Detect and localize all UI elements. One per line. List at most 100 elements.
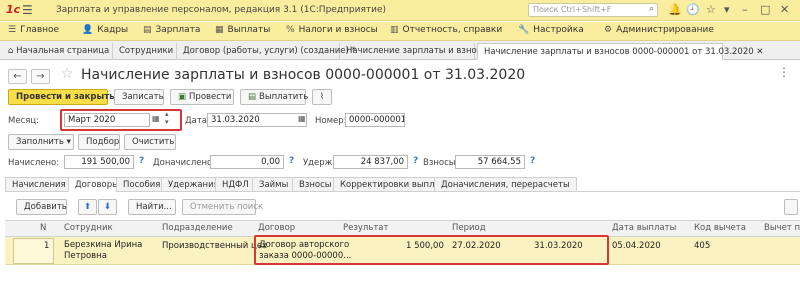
select-button[interactable]: Подбор (78, 134, 120, 150)
menu-item-taxes[interactable]: % Налоги и взносы (286, 25, 378, 35)
menu-item-label: Выплаты (227, 25, 271, 35)
col-result[interactable]: Результат (343, 223, 388, 233)
move-up-button[interactable]: ⬆ (78, 199, 97, 215)
menu-item-payments[interactable]: ▦ Выплаты (215, 25, 270, 35)
paperclip-icon: ⌇ (319, 92, 325, 102)
row-deduction-code[interactable]: 405 (694, 241, 710, 251)
minimize-icon[interactable]: – (742, 3, 748, 16)
tab-contributions[interactable]: Взносы (292, 177, 338, 192)
date-calendar-icon[interactable]: ▦ (298, 114, 306, 123)
cancel-search-button[interactable]: Отменить поиск (182, 199, 263, 215)
tab-label: Договор (работы, услуги) (создание) * (183, 46, 356, 56)
clear-button[interactable]: Очистить (124, 134, 176, 150)
post-and-close-button[interactable]: Провести и закрыть (8, 89, 115, 105)
date-field[interactable]: 31.03.2020 (207, 113, 307, 127)
extra-help-icon[interactable]: ? (289, 156, 294, 166)
withheld-field: 24 837,00 (333, 155, 408, 169)
pay-button[interactable]: ▤ Выплатить (240, 89, 308, 105)
post-label: Провести (189, 92, 232, 102)
col-department[interactable]: Подразделение (162, 223, 233, 233)
bell-icon[interactable]: 🔔 (668, 3, 682, 16)
post-button[interactable]: ▣ Провести (170, 89, 234, 105)
accrued-help-icon[interactable]: ? (139, 156, 144, 166)
col-deduction[interactable]: Вычет по (764, 223, 800, 233)
col-contract[interactable]: Договор (258, 223, 295, 233)
menu-icon: ☰ (8, 25, 17, 35)
salary-icon: ▤ (143, 25, 152, 35)
extra-accrued-label: Доначислено: (153, 158, 216, 168)
move-down-button[interactable]: ⬇ (98, 199, 117, 215)
withheld-help-icon[interactable]: ? (413, 156, 418, 166)
menu-item-reports[interactable]: ▥ Отчетность, справки (390, 25, 502, 35)
menu-item-admin[interactable]: ⚙ Администрирование (604, 25, 714, 35)
col-period[interactable]: Период (452, 223, 486, 233)
tab-label: Начисление зарплаты и взносов 0000-00000… (484, 47, 754, 57)
more-icon[interactable]: ⋮ (778, 65, 790, 79)
add-button[interactable]: Добавить (16, 199, 67, 215)
find-button[interactable]: Найти... (128, 199, 176, 215)
close-tab-icon[interactable]: ✕ (756, 47, 763, 57)
tab-home[interactable]: ⌂ Начальная страница (2, 43, 113, 60)
menu-item-salary[interactable]: ▤ Зарплата (143, 25, 200, 35)
tab-payroll-list[interactable]: Начисление зарплаты и взносов (340, 43, 492, 60)
month-stepper-icon[interactable]: ▴ ▾ (165, 110, 169, 126)
col-deduction-code[interactable]: Код вычета (694, 223, 746, 233)
number-label: Номер: (315, 116, 347, 126)
col-pay-date[interactable]: Дата выплаты (612, 223, 676, 233)
row-result[interactable]: 1 500,00 (406, 241, 444, 251)
attachment-button[interactable]: ⌇ (312, 89, 332, 105)
more-actions-button[interactable] (784, 199, 798, 215)
contrib-field: 57 664,55 (455, 155, 525, 169)
close-icon[interactable]: ✕ (780, 3, 789, 16)
fill-label: Заполнить (16, 137, 64, 147)
row-pay-date[interactable]: 05.04.2020 (612, 241, 661, 251)
menu-item-settings[interactable]: 🔧 Настройка (518, 25, 584, 35)
favorite-star-icon[interactable]: ☆ (61, 66, 74, 82)
tab-accruals[interactable]: Начисления (5, 177, 72, 192)
wrench-icon: 🔧 (518, 25, 530, 35)
row-period-to[interactable]: 31.03.2020 (534, 241, 583, 251)
arrow-down-icon: ⬇ (103, 202, 112, 212)
fill-button[interactable]: Заполнить ▾ (8, 134, 74, 150)
menu-item-hr[interactable]: 👤 Кадры (82, 25, 128, 35)
menu-item-label: Кадры (97, 25, 129, 35)
month-field[interactable]: Март 2020 (64, 113, 150, 127)
row-department[interactable]: Производственный цех (162, 241, 267, 251)
menu-item-label: Администрирование (616, 25, 714, 35)
col-n[interactable]: N (40, 223, 46, 233)
tab-recalculations[interactable]: Доначисления, перерасчеты (434, 177, 577, 192)
number-field[interactable]: 0000-000001 (345, 113, 405, 127)
row-period-from[interactable]: 27.02.2020 (452, 241, 501, 251)
back-button[interactable]: ← (8, 69, 27, 84)
row-employee[interactable]: Березкина Ирина Петровна (64, 240, 142, 262)
contrib-label: Взносы: (423, 158, 459, 168)
col-employee[interactable]: Сотрудник (64, 223, 113, 233)
favorite-icon[interactable]: ☆ (706, 3, 716, 16)
arrow-left-icon: ← (13, 71, 22, 82)
reports-icon: ▥ (390, 25, 399, 35)
calendar-icon[interactable]: ▦ (152, 114, 160, 123)
menu-item-label: Отчетность, справки (402, 25, 503, 35)
contrib-help-icon[interactable]: ? (530, 156, 535, 166)
post-icon: ▣ (178, 92, 187, 102)
tab-employees[interactable]: Сотрудники (113, 43, 177, 60)
tab-contract-create[interactable]: Договор (работы, услуги) (создание) * (177, 43, 356, 60)
user-menu-icon[interactable]: ▾ (724, 3, 730, 16)
tab-benefits[interactable]: Пособия (116, 177, 167, 192)
menu-item-main[interactable]: ☰ Главное (8, 25, 59, 35)
save-button[interactable]: Записать (114, 89, 164, 105)
search-icon[interactable]: ⌕ (649, 4, 654, 14)
extra-accrued-field: 0,00 (210, 155, 284, 169)
forward-button[interactable]: → (31, 69, 50, 84)
tab-loans[interactable]: Займы (252, 177, 295, 192)
tab-ndfl[interactable]: НДФЛ (215, 177, 255, 192)
maximize-icon[interactable]: □ (760, 3, 770, 16)
main-menu-icon[interactable]: ☰ (22, 3, 33, 17)
global-search-input[interactable]: Поиск Ctrl+Shift+F ⌕ (528, 3, 658, 17)
arrow-up-icon: ⬆ (83, 202, 92, 212)
page-title: Начисление зарплаты и взносов 0000-00000… (81, 67, 526, 83)
history-icon[interactable]: 🕘 (686, 3, 700, 16)
row-contract[interactable]: Договор авторского заказа 0000-00000... (259, 240, 351, 262)
global-search-placeholder: Поиск Ctrl+Shift+F (533, 5, 612, 14)
tab-payroll-document[interactable]: Начисление зарплаты и взносов 0000-00000… (477, 43, 763, 60)
